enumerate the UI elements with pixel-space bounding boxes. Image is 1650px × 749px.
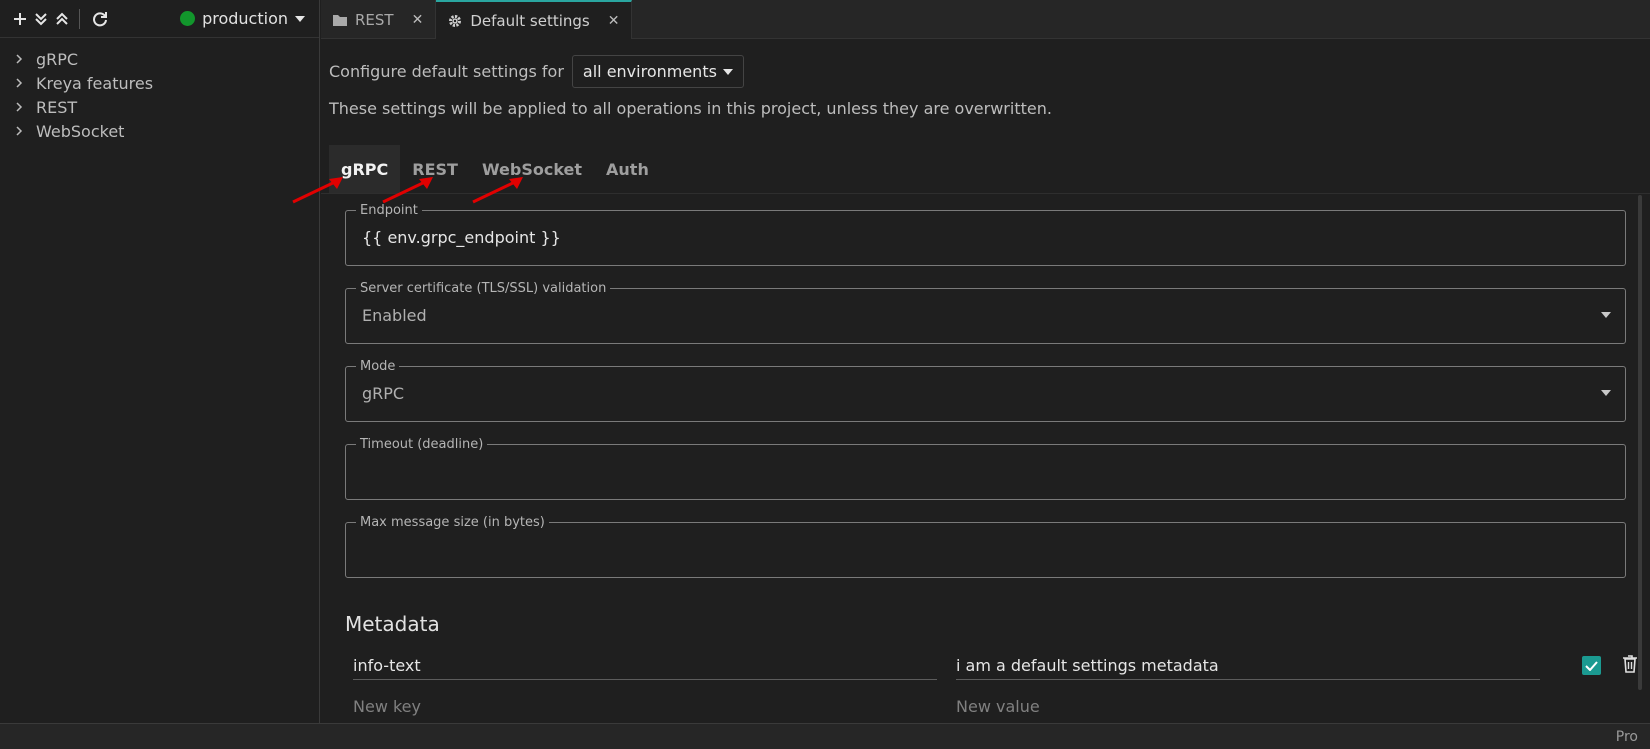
metadata-enabled-checkbox[interactable] [1582,656,1601,675]
plus-icon[interactable] [10,9,30,29]
tree-item-kreya-features[interactable]: Kreya features [0,71,319,95]
tree-item-label: WebSocket [36,121,125,141]
environment-selector[interactable]: production [180,9,305,28]
tree-item-label: REST [36,97,78,117]
collapse-all-icon[interactable] [52,9,72,29]
close-icon[interactable]: ✕ [608,13,620,29]
annotation-arrow [382,177,433,204]
tree-item-label: Kreya features [36,73,154,93]
endpoint-field[interactable]: Endpoint {{ env.grpc_endpoint }} [345,203,1626,266]
tls-validation-value: Enabled [362,306,427,325]
mode-select[interactable]: Mode gRPC [345,359,1626,422]
refresh-icon[interactable] [90,9,110,29]
timeout-field[interactable]: Timeout (deadline) [345,437,1626,500]
metadata-key-input[interactable]: info-text [353,652,937,680]
chevron-right-icon [16,102,36,112]
configure-line: Configure default settings for all envir… [329,55,744,88]
caret-down-icon [295,15,305,22]
dropdown-arrow-icon [1601,312,1611,318]
tab-default-settings[interactable]: Default settings ✕ [436,0,633,39]
endpoint-value: {{ env.grpc_endpoint }} [362,228,561,247]
environment-status-dot [180,11,196,26]
sidebar-toolbar: production [0,0,319,38]
field-label: Endpoint [356,203,422,218]
tab-auth[interactable]: Auth [594,145,661,193]
annotation-arrow [292,177,343,204]
environment-scope-select[interactable]: all environments [571,55,744,88]
document-tabbar: REST ✕ Default settings ✕ [321,0,1650,39]
configure-label: Configure default settings for [329,62,564,81]
dropdown-arrow-icon [1601,390,1611,396]
metadata-row: info-text i am a default settings metada… [345,648,1645,680]
status-bar: Pro [0,723,1650,749]
new-key-input[interactable]: New key [353,692,937,720]
trash-icon[interactable] [1622,655,1640,675]
annotation-arrow [472,177,523,204]
tab-label: Default settings [470,11,590,30]
field-label: Mode [356,359,400,374]
field-label: Timeout (deadline) [356,437,488,452]
chevron-right-icon [16,126,36,136]
default-settings-panel: Configure default settings for all envir… [292,39,1650,723]
sidebar: production gRPC Kreya features REST WebS… [0,0,320,723]
tree-item-rest[interactable]: REST [0,95,319,119]
license-badge: Pro [1615,729,1638,745]
project-tree: gRPC Kreya features REST WebSocket [0,38,319,143]
environment-scope-value: all environments [582,62,717,81]
expand-all-icon[interactable] [31,9,51,29]
metadata-heading: Metadata [345,612,440,636]
chevron-right-icon [16,78,36,88]
caret-down-icon [722,68,733,75]
gear-icon [449,14,462,27]
metadata-value-input[interactable]: i am a default settings metadata [956,652,1540,680]
new-value-input[interactable]: New value [956,692,1540,720]
mode-value: gRPC [362,384,405,403]
chevron-right-icon [16,54,36,64]
tree-item-label: gRPC [36,49,79,69]
field-label: Server certificate (TLS/SSL) validation [356,281,611,296]
folder-icon [333,14,347,26]
metadata-new-row: New key New value [345,688,1645,720]
max-message-size-field[interactable]: Max message size (in bytes) [345,515,1626,578]
settings-description: These settings will be applied to all op… [329,99,1052,118]
scrollbar[interactable] [1638,195,1642,690]
tls-validation-select[interactable]: Server certificate (TLS/SSL) validation … [345,281,1626,344]
close-icon[interactable]: ✕ [412,12,424,28]
field-label: Max message size (in bytes) [356,515,549,530]
tree-item-websocket[interactable]: WebSocket [0,119,319,143]
tab-label: REST [355,10,394,29]
toolbar-divider [79,8,80,29]
environment-name: production [202,9,288,28]
checkmark-icon [1585,660,1598,671]
tree-item-grpc[interactable]: gRPC [0,47,319,71]
tab-rest[interactable]: REST ✕ [321,0,437,39]
